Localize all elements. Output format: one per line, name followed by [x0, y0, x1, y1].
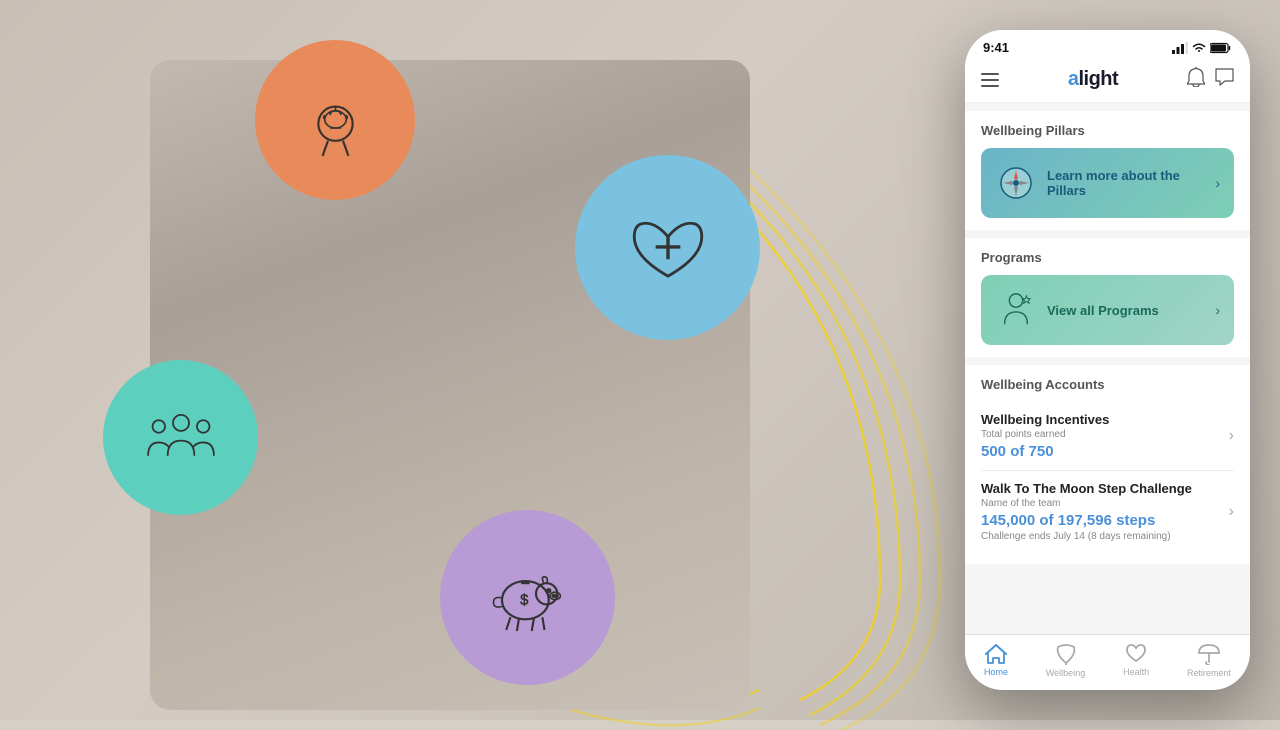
phone-content: Wellbeing Pillars Learn more about the P… [965, 103, 1250, 634]
step-challenge-value: 145,000 of 197,596 steps [981, 512, 1229, 529]
chat-button[interactable] [1215, 68, 1234, 91]
nav-retirement-label: Retirement [1187, 668, 1231, 678]
status-time: 9:41 [983, 40, 1009, 55]
phone-mockup: 9:41 [965, 30, 1250, 690]
programs-section: Programs View all Programs › [965, 238, 1250, 357]
svg-text:$: $ [520, 592, 529, 608]
pillars-compass-icon [998, 165, 1034, 201]
programs-banner-text: View all Programs [1047, 303, 1205, 318]
wifi-icon [1192, 42, 1206, 53]
programs-title: Programs [981, 250, 1234, 265]
wellbeing-accounts-section: Wellbeing Accounts Wellbeing Incentives … [965, 365, 1250, 564]
chat-icon [1215, 68, 1234, 86]
signal-icon [1172, 42, 1188, 54]
step-challenge-detail: Challenge ends July 14 (8 days remaining… [981, 531, 1229, 542]
step-challenge-info: Walk To The Moon Step Challenge Name of … [981, 481, 1229, 542]
pillars-banner[interactable]: Learn more about the Pillars › [981, 148, 1234, 218]
piggy-bank-icon: $ [485, 555, 570, 640]
health-circle [575, 155, 760, 340]
wellbeing-incentives-item[interactable]: Wellbeing Incentives Total points earned… [981, 402, 1234, 471]
step-challenge-sub: Name of the team [981, 498, 1229, 509]
leaf-icon [1056, 643, 1076, 665]
nav-retirement[interactable]: Retirement [1187, 643, 1231, 678]
people-circle [103, 360, 258, 515]
brain-circle [255, 40, 415, 200]
umbrella-icon [1198, 643, 1220, 665]
nav-home[interactable]: Home [984, 644, 1008, 677]
pillars-icon [995, 162, 1037, 204]
bottom-nav: Home Wellbeing Health Retirement [965, 634, 1250, 690]
programs-icon [995, 289, 1037, 331]
menu-button[interactable] [981, 73, 999, 87]
status-icons [1172, 42, 1232, 54]
app-logo: alight [1068, 68, 1118, 91]
heart-cross-icon [623, 203, 713, 293]
wellbeing-accounts-title: Wellbeing Accounts [981, 377, 1234, 392]
programs-person-icon [997, 291, 1035, 329]
nav-home-label: Home [984, 667, 1008, 677]
wellbeing-incentives-sub: Total points earned [981, 429, 1229, 440]
health-heart-icon [1125, 644, 1147, 664]
programs-banner[interactable]: View all Programs › [981, 275, 1234, 345]
wellbeing-incentives-info: Wellbeing Incentives Total points earned… [981, 412, 1229, 460]
nav-wellbeing-label: Wellbeing [1046, 668, 1085, 678]
pillars-banner-text: Learn more about the Pillars [1047, 168, 1205, 198]
bell-icon [1187, 67, 1205, 87]
phone-header: alight [965, 61, 1250, 103]
nav-health-label: Health [1123, 667, 1149, 677]
home-icon [985, 644, 1007, 664]
wellbeing-incentives-name: Wellbeing Incentives [981, 412, 1229, 427]
nav-wellbeing[interactable]: Wellbeing [1046, 643, 1085, 678]
people-icon [141, 403, 221, 473]
step-challenge-item[interactable]: Walk To The Moon Step Challenge Name of … [981, 471, 1234, 552]
wellbeing-pillars-title: Wellbeing Pillars [981, 123, 1234, 138]
step-challenge-chevron-icon: › [1229, 503, 1234, 521]
pillars-chevron-icon: › [1215, 175, 1220, 191]
step-challenge-name: Walk To The Moon Step Challenge [981, 481, 1229, 496]
wellbeing-pillars-section: Wellbeing Pillars Learn more about the P… [965, 111, 1250, 230]
bell-button[interactable] [1187, 67, 1205, 92]
wellbeing-incentives-value: 500 of 750 [981, 443, 1229, 460]
brain-icon [298, 83, 373, 158]
nav-health[interactable]: Health [1123, 644, 1149, 677]
piggy-circle: $ [440, 510, 615, 685]
battery-icon [1210, 42, 1232, 54]
programs-chevron-icon: › [1215, 302, 1220, 318]
wellbeing-incentives-chevron-icon: › [1229, 427, 1234, 445]
status-bar: 9:41 [965, 30, 1250, 61]
